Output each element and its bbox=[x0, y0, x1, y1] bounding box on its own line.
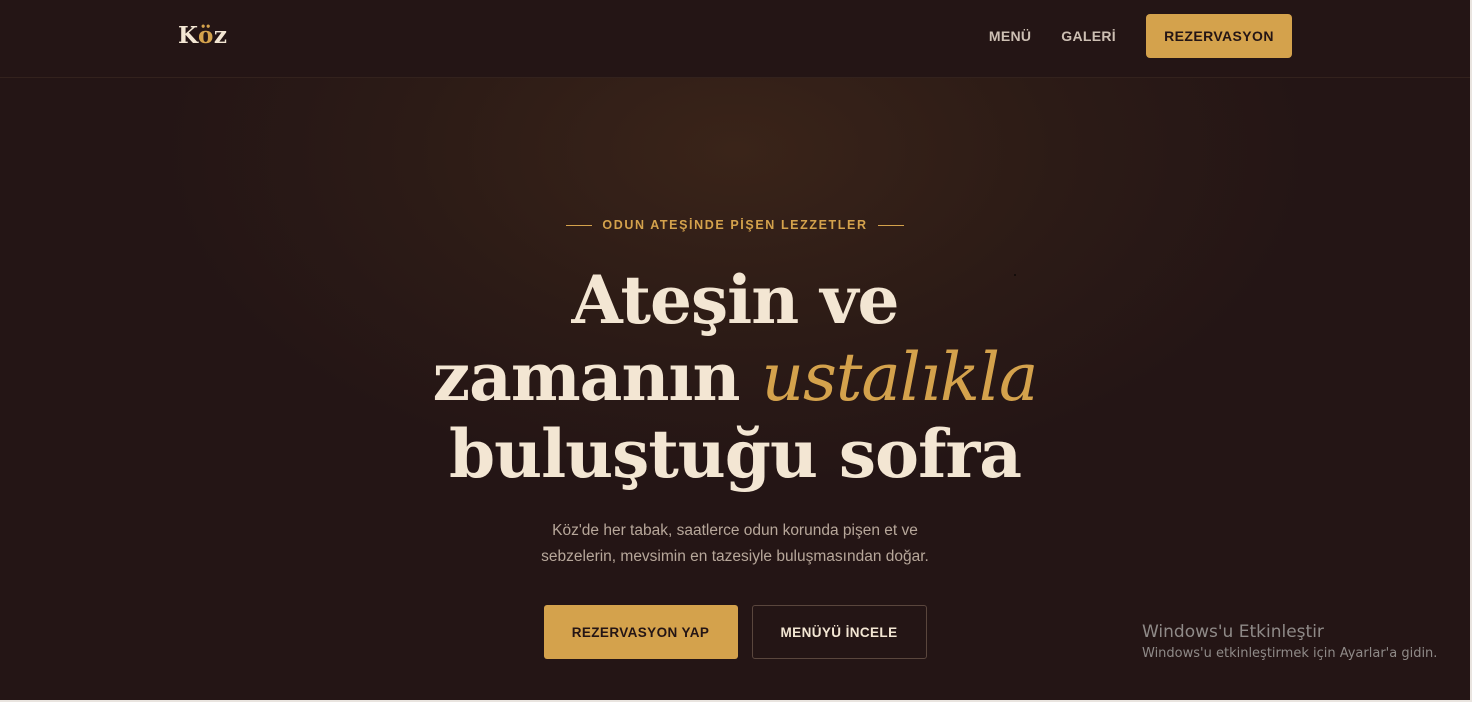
main-nav: MENÜ GALERİ REZERVASYON bbox=[989, 14, 1292, 58]
site-header: Köz MENÜ GALERİ REZERVASYON bbox=[0, 0, 1470, 78]
headline-line-1: Ateşin ve bbox=[571, 261, 899, 339]
headline-line-3: buluştuğu sofra bbox=[448, 415, 1022, 493]
logo-letter-o-accent: ö bbox=[198, 22, 214, 49]
eyebrow-line-left bbox=[566, 224, 593, 226]
nav-link-menu[interactable]: MENÜ bbox=[989, 28, 1031, 44]
page-background: Köz MENÜ GALERİ REZERVASYON ODUN ATEŞİND… bbox=[0, 0, 1472, 702]
subtitle-line-1: Köz'de her tabak, saatlerce odun korunda… bbox=[552, 522, 918, 539]
site-logo[interactable]: Köz bbox=[178, 22, 227, 49]
hero-subtitle: Köz'de her tabak, saatlerce odun korunda… bbox=[0, 518, 1470, 570]
nav-link-gallery[interactable]: GALERİ bbox=[1061, 28, 1116, 44]
view-menu-button[interactable]: MENÜYÜ İNCELE bbox=[751, 605, 927, 659]
windows-activation-watermark: Windows'u Etkinleştir Windows'u etkinleş… bbox=[1142, 620, 1437, 663]
watermark-title: Windows'u Etkinleştir bbox=[1142, 622, 1324, 642]
reservation-button[interactable]: REZERVASYON bbox=[1146, 14, 1292, 58]
headline-line-2-plain: zamanın bbox=[432, 338, 762, 416]
hero-eyebrow: ODUN ATEŞİNDE PİŞEN LEZZETLER bbox=[0, 218, 1470, 232]
subtitle-line-2: sebzelerin, mevsimin en tazesiyle buluşm… bbox=[541, 548, 929, 565]
eyebrow-text: ODUN ATEŞİNDE PİŞEN LEZZETLER bbox=[602, 218, 868, 232]
logo-letter-z: z bbox=[213, 22, 228, 49]
stray-dot bbox=[1014, 274, 1016, 276]
make-reservation-button[interactable]: REZERVASYON YAP bbox=[543, 605, 738, 659]
watermark-subtitle: Windows'u etkinleştirmek için Ayarlar'a … bbox=[1142, 646, 1438, 661]
logo-letter-k: K bbox=[178, 22, 198, 49]
hero-headline: Ateşin ve zamanın ustalıkla buluştuğu so… bbox=[0, 262, 1470, 493]
headline-accent-word: ustalıkla bbox=[761, 339, 1038, 416]
eyebrow-line-right bbox=[877, 224, 904, 226]
